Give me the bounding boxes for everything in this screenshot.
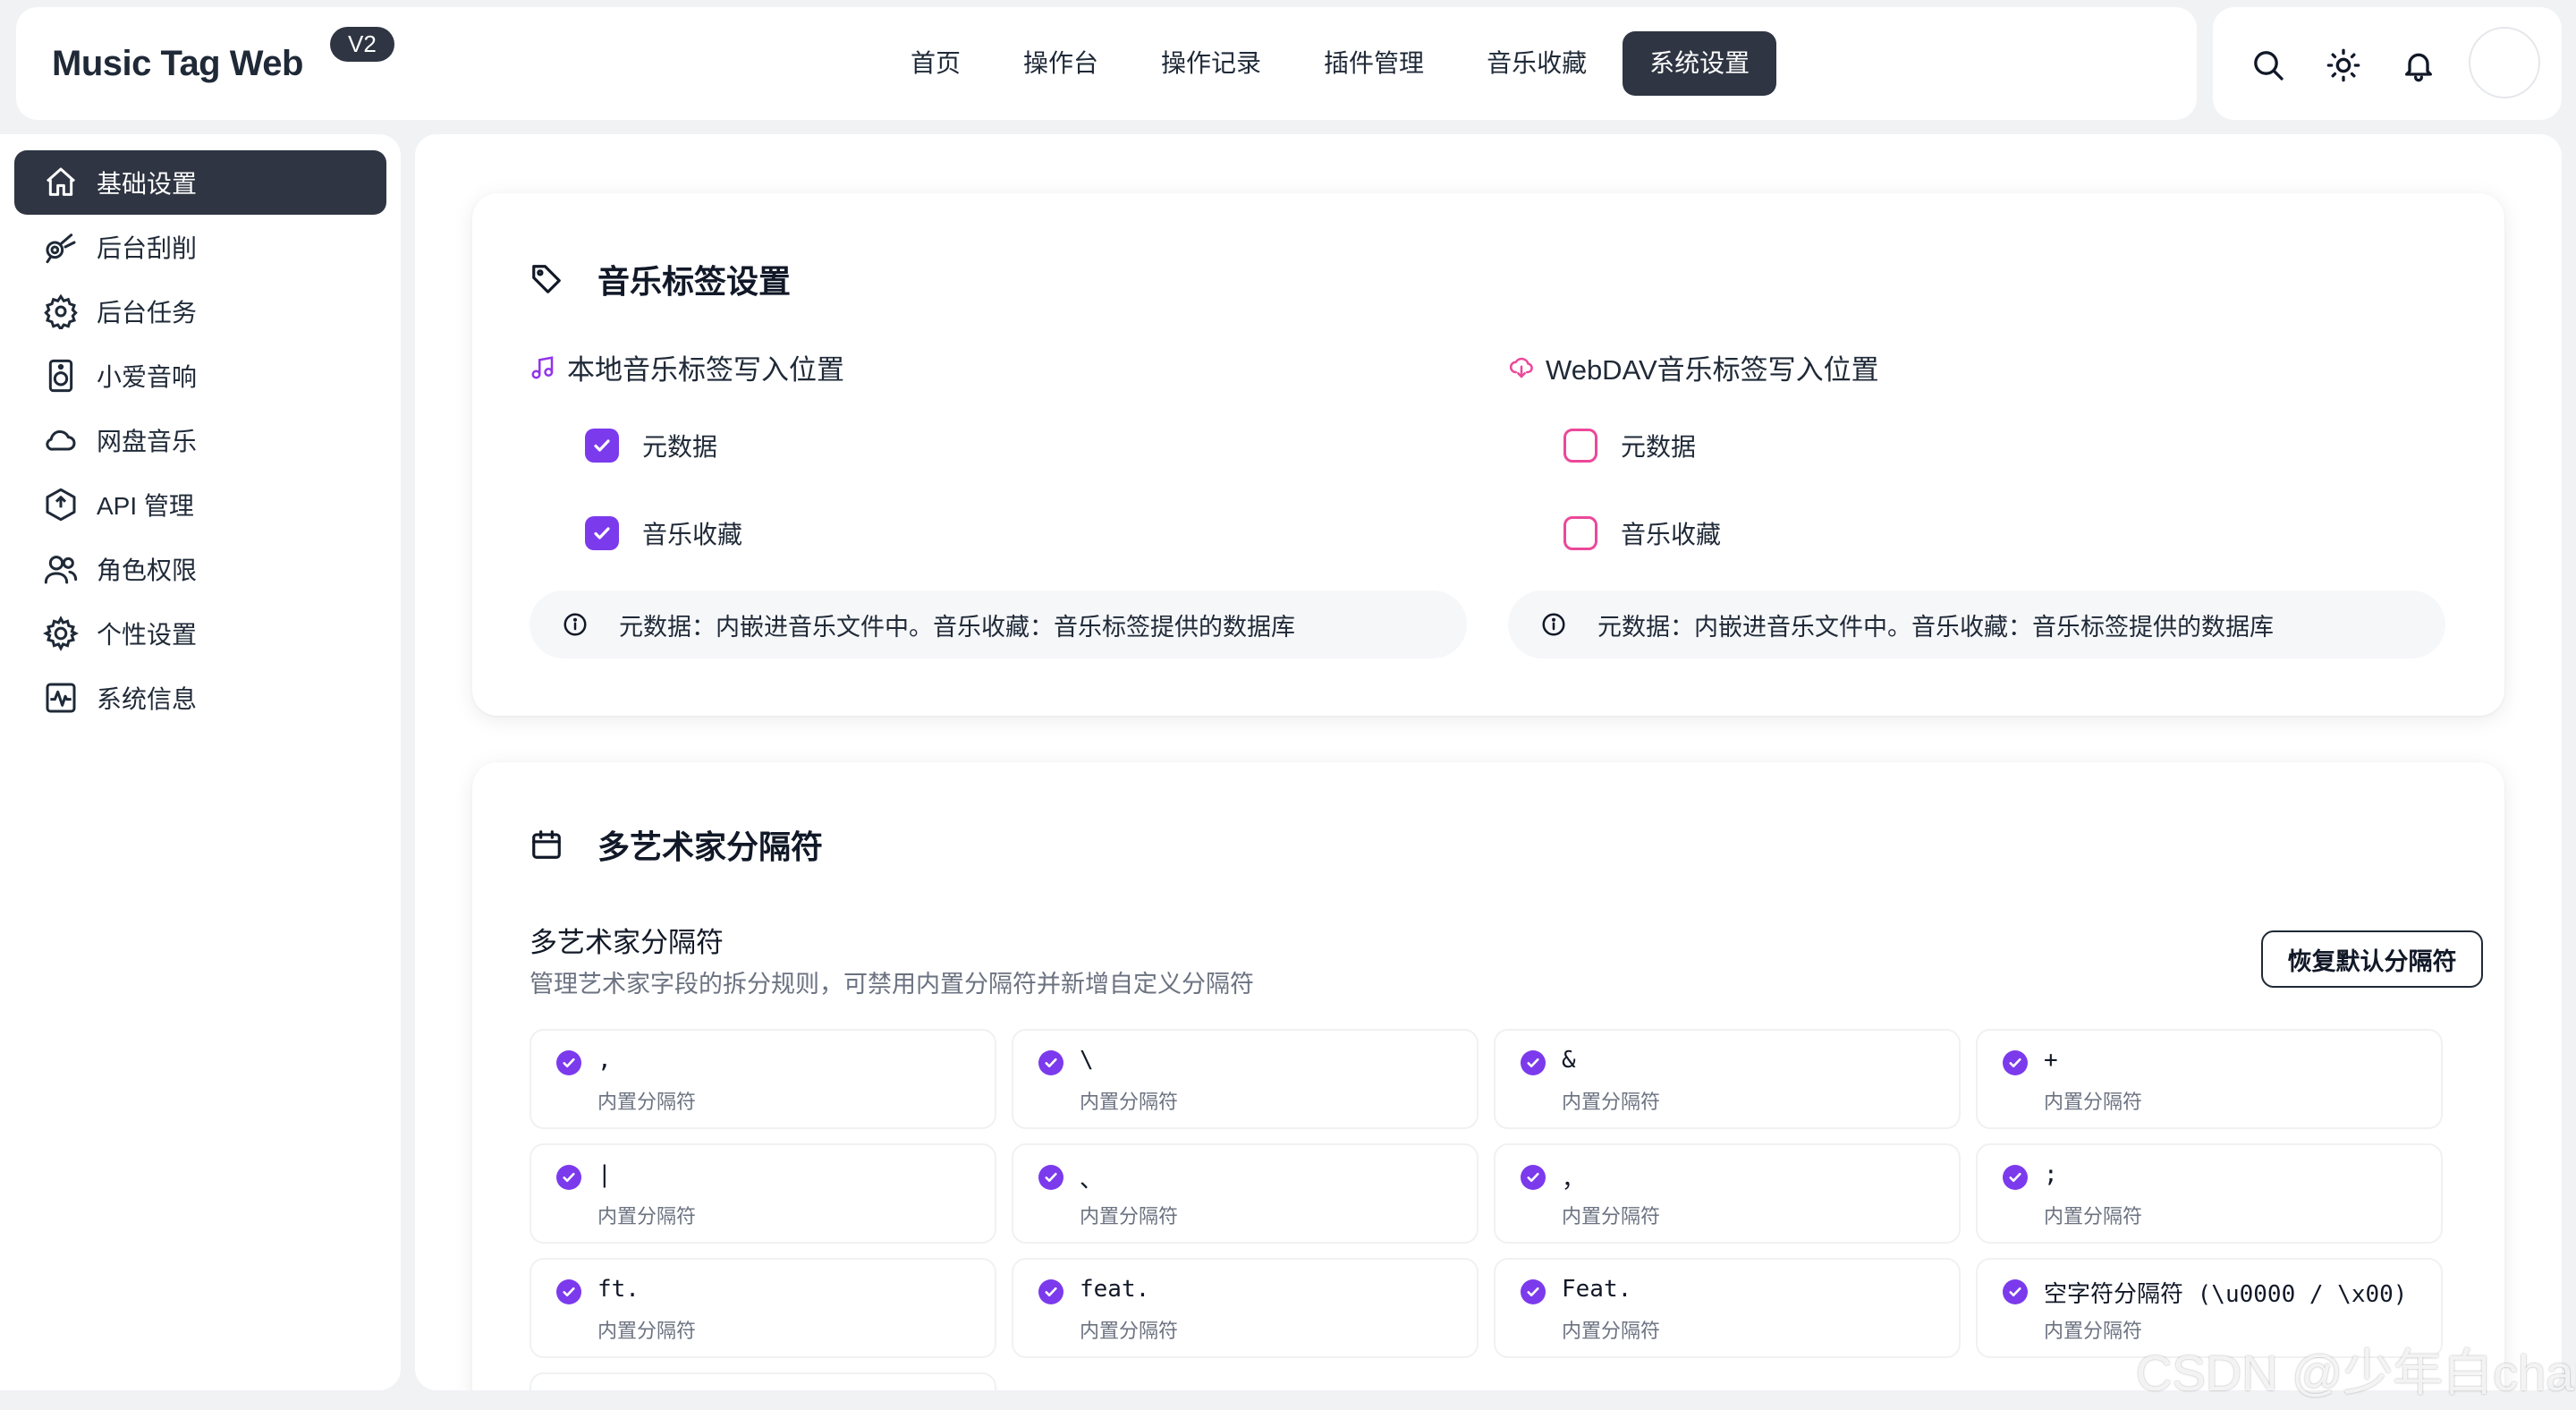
- sidebar-item-label: 后台任务: [97, 299, 198, 327]
- webdav-favorites-option[interactable]: 音乐收藏: [1563, 515, 1721, 551]
- separator-item[interactable]: Feat. 内置分隔符: [1494, 1258, 1961, 1358]
- sidebar-item-system-info[interactable]: 系统信息: [14, 666, 386, 730]
- check-circle-icon[interactable]: [2003, 1050, 2028, 1075]
- sidebar-item-api-management[interactable]: API 管理: [14, 472, 386, 537]
- sidebar-item-background-tasks[interactable]: 后台任务: [14, 279, 386, 344]
- sidebar-item-label: API 管理: [97, 492, 194, 520]
- webdav-info-bar: 元数据：内嵌进音乐文件中。音乐收藏：音乐标签提供的数据库: [1508, 590, 2445, 658]
- check-circle-icon[interactable]: [1521, 1050, 1546, 1075]
- nav-home[interactable]: 首页: [884, 31, 987, 96]
- sun-icon[interactable]: [2326, 47, 2361, 83]
- speaker-icon: [48, 359, 73, 393]
- check-circle-icon[interactable]: [556, 1165, 581, 1190]
- version-badge: V2: [330, 27, 394, 62]
- sidebar-item-background-scrape[interactable]: 后台刮削: [14, 215, 386, 279]
- check-icon: [594, 439, 610, 452]
- sidebar-item-label: 个性设置: [97, 621, 198, 649]
- check-circle-icon[interactable]: [1038, 1165, 1063, 1190]
- local-favorites-option[interactable]: 音乐收藏: [585, 515, 742, 551]
- activity-icon: [46, 683, 76, 713]
- card-header: 多艺术家分隔符: [530, 821, 823, 868]
- separators-description: 管理艺术家字段的拆分规则，可禁用内置分隔符并新增自定义分隔符: [530, 971, 1254, 998]
- nav-console[interactable]: 操作台: [996, 31, 1125, 96]
- check-circle-icon[interactable]: [2003, 1165, 2028, 1190]
- check-icon: [594, 527, 610, 539]
- info-icon: [1542, 613, 1565, 636]
- main-nav: 首页 操作台 操作记录 插件管理 音乐收藏 系统设置: [884, 31, 1777, 96]
- sidebar-item-label: 网盘音乐: [97, 428, 198, 455]
- separator-item[interactable]: ; 内置分隔符: [1976, 1143, 2443, 1244]
- check-circle-icon[interactable]: [1521, 1165, 1546, 1190]
- nav-operation-log[interactable]: 操作记录: [1134, 31, 1288, 96]
- check-circle-icon[interactable]: [556, 1279, 581, 1304]
- gear-icon: [44, 293, 78, 329]
- sidebar: 基础设置 后台刮削 后台任务 小爱音响 网盘音乐 API 管理 角色权限 个性设…: [0, 134, 401, 1390]
- webdav-favorites-checkbox[interactable]: [1563, 516, 1597, 550]
- local-tag-heading: 本地音乐标签写入位置: [530, 347, 844, 387]
- card-title: 多艺术家分隔符: [597, 828, 824, 865]
- sidebar-item-cloud-music[interactable]: 网盘音乐: [14, 408, 386, 472]
- sidebar-item-label: 系统信息: [97, 685, 198, 713]
- separator-item[interactable]: & 内置分隔符: [1494, 1029, 1961, 1129]
- api-icon: [46, 488, 76, 522]
- check-circle-icon[interactable]: [1521, 1279, 1546, 1304]
- sidebar-item-roles[interactable]: 角色权限: [14, 537, 386, 601]
- watermark: CSDN @少年白char: [2136, 1345, 2576, 1401]
- music-note-icon: [531, 355, 554, 378]
- tag-icon: [532, 265, 561, 293]
- local-metadata-checkbox[interactable]: [585, 429, 619, 463]
- card-header: 音乐标签设置: [530, 256, 791, 302]
- separator-item[interactable]: \ 内置分隔符: [1012, 1029, 1479, 1129]
- music-tag-settings-card: 音乐标签设置 本地音乐标签写入位置 元数据 音乐收藏 元数据：内嵌进音乐文件中。…: [472, 193, 2504, 716]
- separator-item[interactable]: 、 内置分隔符: [1012, 1143, 1479, 1244]
- separator-item[interactable]: | 内置分隔符: [530, 1143, 996, 1244]
- nav-plugins[interactable]: 插件管理: [1297, 31, 1451, 96]
- separators-subtitle: 多艺术家分隔符: [530, 927, 724, 958]
- top-navbar: Music Tag Web V2 首页 操作台 操作记录 插件管理 音乐收藏 系…: [16, 7, 2197, 120]
- separator-item[interactable]: ft. 内置分隔符: [530, 1258, 996, 1358]
- separator-item[interactable]: [530, 1372, 996, 1390]
- reset-separators-button[interactable]: 恢复默认分隔符: [2261, 930, 2483, 988]
- app-title[interactable]: Music Tag Web: [52, 44, 303, 84]
- avatar[interactable]: [2469, 27, 2540, 98]
- calendar-icon: [532, 830, 561, 859]
- local-metadata-option[interactable]: 元数据: [585, 428, 717, 463]
- separator-item[interactable]: ， 内置分隔符: [1494, 1143, 1961, 1244]
- cloud-icon: [46, 430, 76, 451]
- cog-icon: [43, 616, 79, 651]
- search-icon[interactable]: [2250, 47, 2286, 83]
- separator-item[interactable]: + 内置分隔符: [1976, 1029, 2443, 1129]
- separator-item[interactable]: feat. 内置分隔符: [1012, 1258, 1479, 1358]
- card-title: 音乐标签设置: [597, 263, 792, 300]
- info-icon: [564, 613, 587, 636]
- sidebar-item-label: 基础设置: [97, 170, 198, 198]
- sidebar-item-personal-settings[interactable]: 个性设置: [14, 601, 386, 666]
- sidebar-item-label: 角色权限: [97, 556, 198, 584]
- local-info-bar: 元数据：内嵌进音乐文件中。音乐收藏：音乐标签提供的数据库: [530, 590, 1467, 658]
- separator-item[interactable]: , 内置分隔符: [530, 1029, 996, 1129]
- nav-music-favorites[interactable]: 音乐收藏: [1460, 31, 1614, 96]
- sidebar-item-label: 后台刮削: [97, 234, 198, 262]
- sidebar-item-basic-settings[interactable]: 基础设置: [14, 150, 386, 215]
- local-favorites-checkbox[interactable]: [585, 516, 619, 550]
- check-circle-icon[interactable]: [1038, 1279, 1063, 1304]
- home-icon: [47, 167, 75, 196]
- telescope-icon: [46, 234, 76, 264]
- check-circle-icon[interactable]: [2003, 1279, 2028, 1304]
- bell-icon[interactable]: [2401, 47, 2436, 83]
- check-circle-icon[interactable]: [556, 1050, 581, 1075]
- users-icon: [44, 556, 78, 584]
- cloud-download-icon: [1509, 357, 1533, 378]
- separators-card: 多艺术家分隔符 多艺术家分隔符 管理艺术家字段的拆分规则，可禁用内置分隔符并新增…: [472, 762, 2504, 1390]
- sidebar-item-label: 小爱音响: [97, 363, 198, 391]
- check-circle-icon[interactable]: [1038, 1050, 1063, 1075]
- main-content: 音乐标签设置 本地音乐标签写入位置 元数据 音乐收藏 元数据：内嵌进音乐文件中。…: [415, 134, 2562, 1390]
- webdav-metadata-checkbox[interactable]: [1563, 429, 1597, 463]
- nav-system-settings[interactable]: 系统设置: [1623, 31, 1777, 96]
- webdav-tag-heading: WebDAV音乐标签写入位置: [1508, 347, 1879, 387]
- sidebar-item-xiaoai-speaker[interactable]: 小爱音响: [14, 344, 386, 408]
- webdav-metadata-option[interactable]: 元数据: [1563, 428, 1696, 463]
